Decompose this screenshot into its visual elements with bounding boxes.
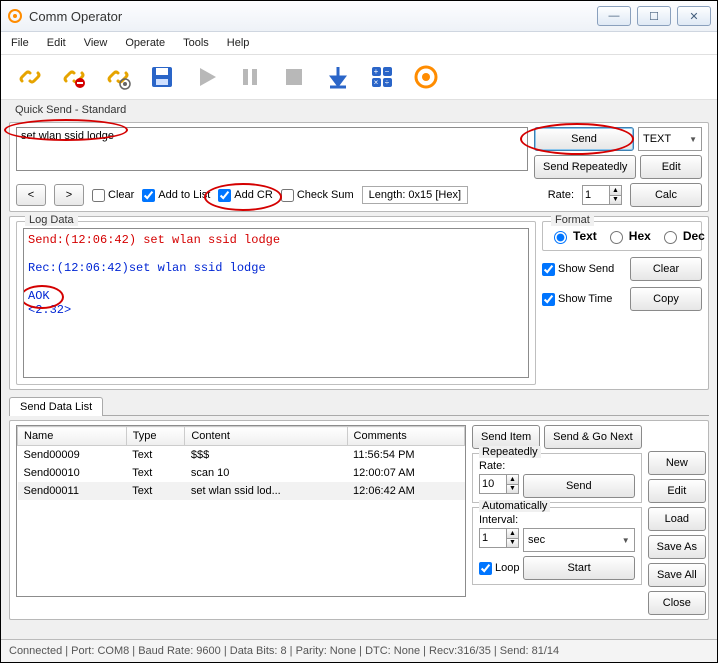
send-go-next-button[interactable]: Send & Go Next [544, 425, 642, 449]
format-dec-radio[interactable]: Dec [659, 228, 705, 244]
send-data-list-panel: Name Type Content Comments Send00009Text… [9, 420, 709, 620]
new-button[interactable]: New [648, 451, 706, 475]
format-select[interactable]: TEXT▼ [638, 127, 702, 151]
rate-label: Rate: [548, 189, 574, 201]
link-icon[interactable] [11, 58, 49, 96]
menu-tools[interactable]: Tools [183, 37, 209, 49]
send-button[interactable]: Send [534, 127, 634, 151]
calc-button[interactable]: Calc [630, 183, 702, 207]
show-send-checkbox[interactable]: Show Send [542, 263, 614, 276]
tab-send-data-list[interactable]: Send Data List [9, 397, 103, 416]
add-to-list-checkbox[interactable]: Add to List [142, 189, 210, 202]
checksum-checkbox[interactable]: Check Sum [281, 189, 354, 202]
download-icon[interactable] [319, 58, 357, 96]
log-line-aok: AOK [28, 289, 50, 303]
repeat-rate-label: Rate: [479, 460, 635, 472]
add-cr-checkbox[interactable]: Add CR [218, 189, 273, 202]
col-content[interactable]: Content [185, 427, 347, 446]
send-repeatedly-button[interactable]: Send Repeatedly [534, 155, 636, 179]
log-line-send: Send:(12:06:42) set wlan ssid lodge [28, 233, 524, 247]
rate-spinner[interactable]: ▲▼ [582, 185, 622, 205]
next-button[interactable]: > [54, 184, 84, 206]
target-icon[interactable] [407, 58, 445, 96]
status-text: Connected | Port: COM8 | Baud Rate: 9600… [9, 645, 559, 657]
repeat-send-button[interactable]: Send [523, 474, 635, 498]
svg-text:×: × [374, 78, 379, 87]
save-all-button[interactable]: Save All [648, 563, 706, 587]
col-type[interactable]: Type [126, 427, 185, 446]
minimize-button[interactable]: — [597, 6, 631, 26]
svg-text:+: + [374, 67, 379, 76]
menu-operate[interactable]: Operate [125, 37, 165, 49]
table-row[interactable]: Send00010Textscan 1012:00:07 AM [18, 464, 465, 482]
format-text-radio[interactable]: Text [549, 228, 597, 244]
unlink-icon[interactable] [55, 58, 93, 96]
list-edit-button[interactable]: Edit [648, 479, 706, 503]
auto-start-button[interactable]: Start [523, 556, 634, 580]
clear-checkbox[interactable]: Clear [92, 189, 134, 202]
auto-interval-label: Interval: [479, 514, 635, 526]
log-output[interactable]: Send:(12:06:42) set wlan ssid lodge Rec:… [23, 228, 529, 378]
log-copy-button[interactable]: Copy [630, 287, 702, 311]
tabs: Send Data List [9, 396, 709, 416]
menu-file[interactable]: File [11, 37, 29, 49]
svg-text:÷: ÷ [385, 78, 390, 87]
repeatedly-legend: Repeatedly [479, 446, 541, 458]
col-comments[interactable]: Comments [347, 427, 464, 446]
log-clear-button[interactable]: Clear [630, 257, 702, 281]
window-title: Comm Operator [29, 9, 597, 24]
table-row[interactable]: Send00009Text$$$11:56:54 PM [18, 446, 465, 465]
toolbar: +−× ÷ [1, 55, 717, 100]
menu-help[interactable]: Help [227, 37, 250, 49]
col-name[interactable]: Name [18, 427, 127, 446]
quick-send-label: Quick Send - Standard [15, 104, 709, 116]
log-legend: Log Data [25, 214, 78, 226]
stop-icon[interactable] [275, 58, 313, 96]
log-panel: Log Data Send:(12:06:42) set wlan ssid l… [9, 216, 709, 390]
format-legend: Format [551, 214, 594, 226]
repeat-rate-spinner[interactable]: ▲▼ [479, 474, 519, 494]
auto-unit-select[interactable]: sec▼ [523, 528, 635, 552]
menu-edit[interactable]: Edit [47, 37, 66, 49]
menubar: File Edit View Operate Tools Help [1, 32, 717, 55]
auto-interval-spinner[interactable]: ▲▼ [479, 528, 519, 548]
format-hex-radio[interactable]: Hex [605, 228, 651, 244]
statusbar: Connected | Port: COM8 | Baud Rate: 9600… [1, 639, 717, 662]
save-icon[interactable] [143, 58, 181, 96]
maximize-button[interactable]: ☐ [637, 6, 671, 26]
data-table[interactable]: Name Type Content Comments Send00009Text… [16, 425, 466, 597]
svg-text:−: − [385, 67, 390, 76]
auto-legend: Automatically [479, 500, 550, 512]
prev-button[interactable]: < [16, 184, 46, 206]
length-display: Length: 0x15 [Hex] [362, 186, 468, 204]
loop-checkbox[interactable]: Loop [479, 562, 519, 575]
quick-send-input[interactable]: set wlan ssid lodge [16, 127, 528, 171]
log-line-ver: <2.32> [28, 303, 524, 317]
save-as-button[interactable]: Save As [648, 535, 706, 559]
list-close-button[interactable]: Close [648, 591, 706, 615]
menu-view[interactable]: View [84, 37, 108, 49]
pause-icon[interactable] [231, 58, 269, 96]
app-icon [7, 8, 23, 24]
quick-send-panel: set wlan ssid lodge Send TEXT▼ Send Repe… [9, 122, 709, 212]
load-button[interactable]: Load [648, 507, 706, 531]
table-row[interactable]: Send00011Textset wlan ssid lod...12:06:4… [18, 482, 465, 500]
close-button[interactable]: ✕ [677, 6, 711, 26]
titlebar: Comm Operator — ☐ ✕ [1, 1, 717, 32]
log-line-rec: Rec:(12:06:42)set wlan ssid lodge [28, 261, 524, 275]
link-settings-icon[interactable] [99, 58, 137, 96]
play-icon[interactable] [187, 58, 225, 96]
show-time-checkbox[interactable]: Show Time [542, 293, 612, 306]
edit-button[interactable]: Edit [640, 155, 702, 179]
calc-icon[interactable]: +−× ÷ [363, 58, 401, 96]
